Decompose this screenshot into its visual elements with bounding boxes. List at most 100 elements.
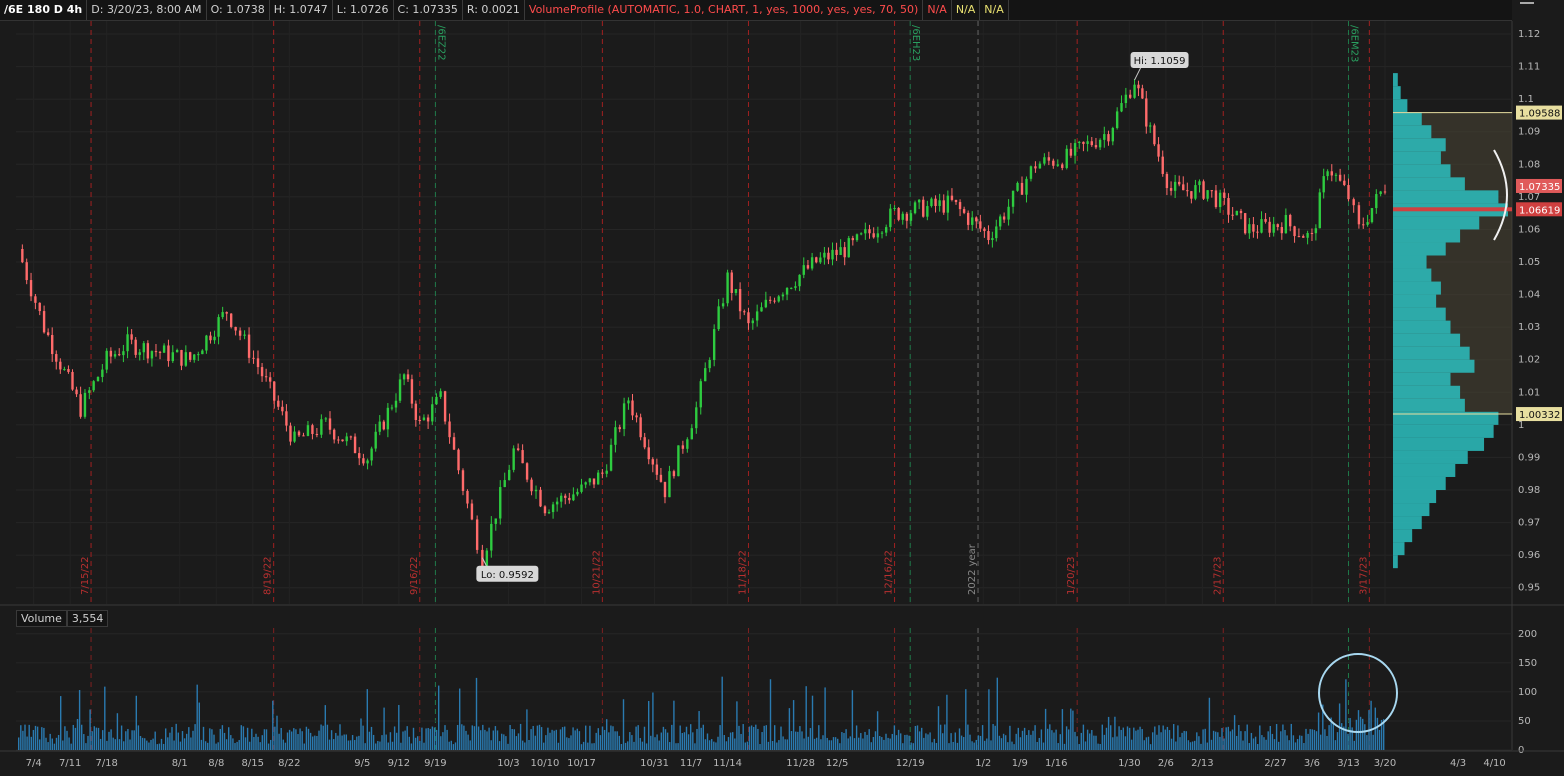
volume-bar <box>1359 716 1362 750</box>
volume-bar <box>1120 729 1122 750</box>
volume-bar <box>809 728 812 750</box>
volume-bar <box>108 731 110 750</box>
volume-bar <box>1280 731 1282 750</box>
candle <box>1029 166 1033 179</box>
candle <box>614 427 617 445</box>
volume-bar <box>883 739 885 750</box>
volume-bar <box>32 729 35 750</box>
volume-bar <box>650 735 652 750</box>
candle <box>21 248 24 263</box>
volume-bar <box>935 743 938 750</box>
volume-bar <box>28 724 30 750</box>
volume-bar <box>1112 737 1114 750</box>
volume-bar <box>801 731 803 750</box>
candle <box>734 289 738 293</box>
profile-bar <box>1393 398 1465 412</box>
candle <box>1173 181 1177 191</box>
volume-bar <box>660 732 662 750</box>
profile-bar <box>1393 255 1427 269</box>
volume-bar <box>1124 736 1127 750</box>
volume-bar <box>790 731 793 750</box>
volume-bar <box>677 743 679 750</box>
candle <box>827 252 830 260</box>
volume-bar <box>1345 679 1347 750</box>
volume-bar <box>530 729 532 750</box>
volume-bar <box>186 733 188 750</box>
candle <box>798 274 801 287</box>
candle <box>647 447 650 460</box>
candle <box>122 351 125 356</box>
volume-bar <box>897 729 900 750</box>
volume-bar <box>362 725 364 750</box>
y-tick-label: 0.97 <box>1518 518 1540 529</box>
volume-bar <box>1309 729 1311 750</box>
volume-bar <box>536 725 539 750</box>
volume-bar <box>45 737 47 750</box>
volume-bar <box>681 733 683 750</box>
candle <box>686 439 689 449</box>
volume-bar <box>698 711 700 750</box>
volume-bar <box>1227 726 1229 750</box>
y-tick-label: 1.03 <box>1518 322 1540 333</box>
volume-bar <box>68 737 70 750</box>
volume-bar <box>498 741 501 750</box>
volume-bar <box>553 730 555 750</box>
volume-bar <box>561 727 564 750</box>
volume-bar <box>305 726 308 750</box>
volume-bar <box>276 715 278 750</box>
volume-bar <box>299 728 301 750</box>
volume-bar <box>242 726 245 750</box>
profile-bar <box>1393 138 1446 152</box>
candle <box>979 221 982 229</box>
month-marker-label: 1/20/23 <box>1066 556 1077 595</box>
volume-bar <box>127 728 129 750</box>
volume-bar <box>986 738 988 750</box>
volume-bar <box>1221 728 1223 750</box>
volume-bar <box>750 725 753 750</box>
candle <box>999 216 1002 227</box>
candle <box>221 312 224 318</box>
candle <box>781 294 785 297</box>
volume-bar <box>49 733 51 750</box>
x-tick-label: 1/30 <box>1118 758 1140 769</box>
volume-bar <box>288 729 291 750</box>
volume-bar <box>102 730 104 750</box>
volume-bar <box>200 739 203 750</box>
candle <box>1020 182 1024 195</box>
candle <box>1056 164 1059 166</box>
volume-bar <box>759 744 761 750</box>
candle <box>138 352 141 355</box>
volume-bar <box>734 738 736 750</box>
price-chart[interactable]: 1.12 1.11 1.1 1.09 1.08 1.07 1.06 1.05 1.04 1.03 1… <box>0 0 1564 776</box>
volume-bar <box>322 725 324 750</box>
candle <box>1352 199 1355 206</box>
volume-bar <box>1005 735 1007 750</box>
volume-bar <box>627 741 629 750</box>
month-marker-label: 7/15/22 <box>80 556 91 595</box>
volume-bar <box>1026 735 1028 750</box>
volume-bar <box>1076 736 1078 750</box>
volume-bar <box>419 740 421 750</box>
volume-bar <box>1238 724 1240 750</box>
volume-bar <box>606 719 608 750</box>
candle <box>503 480 506 488</box>
candle <box>835 249 838 255</box>
volume-bar <box>950 733 952 750</box>
year-marker-label: 2022 year <box>967 543 978 595</box>
volume-bar <box>475 677 478 750</box>
volume-bar <box>1198 736 1200 750</box>
volume-bar <box>171 727 173 750</box>
volume-bar <box>165 728 167 750</box>
price-label: 1.07335 <box>1519 182 1560 193</box>
volume-bar <box>412 727 415 750</box>
volume-bar <box>148 742 150 750</box>
volume-bar <box>410 743 413 750</box>
volume-bar <box>1290 723 1292 750</box>
candle <box>897 208 900 220</box>
volume-bar <box>1017 727 1019 750</box>
candle <box>1206 190 1209 199</box>
volume-bar <box>526 709 528 750</box>
candle <box>909 213 913 221</box>
candle <box>1182 184 1185 191</box>
candle <box>530 479 533 492</box>
